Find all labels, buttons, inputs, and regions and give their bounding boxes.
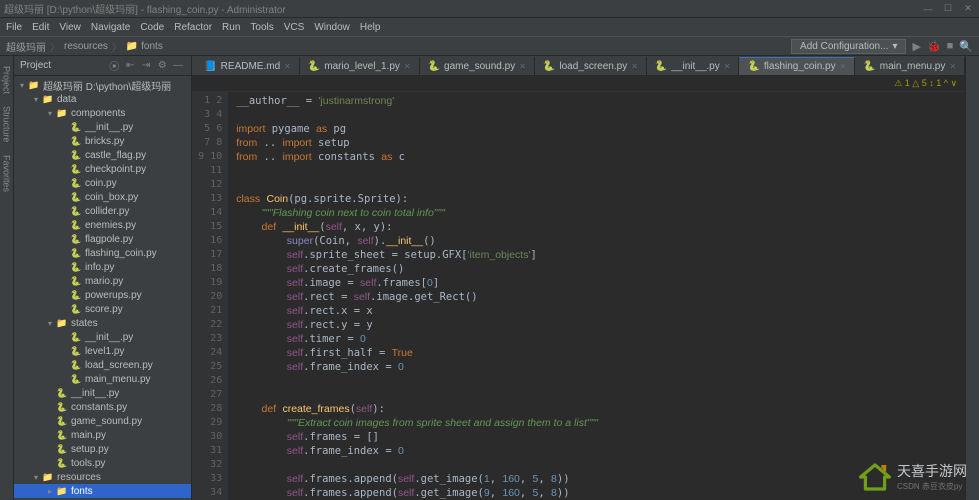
tree-item[interactable]: 🐍load_screen.py (14, 358, 191, 372)
menu-window[interactable]: Window (314, 22, 350, 33)
tree-item[interactable]: ▾📁resources (14, 470, 191, 484)
tree-item[interactable]: 🐍main.py (14, 428, 191, 442)
target-icon[interactable]: ⦿ (107, 59, 121, 73)
tree-item[interactable]: ▾📁components (14, 106, 191, 120)
tree-item[interactable]: 🐍collider.py (14, 204, 191, 218)
expand-icon[interactable]: ⇥ (139, 59, 153, 73)
tree-item[interactable]: 🐍__init__.py (14, 386, 191, 400)
stop-icon[interactable]: ■ (947, 40, 954, 52)
menu-file[interactable]: File (6, 22, 22, 33)
project-tool-button[interactable]: Project (1, 66, 11, 94)
line-numbers: 1 2 3 4 5 6 7 8 9 10 11 12 13 14 15 16 1… (192, 92, 228, 500)
chevron-down-icon: ▾ (892, 41, 897, 52)
debug-icon[interactable]: 🐞 (927, 40, 941, 53)
editor: 📘README.md✕🐍mario_level_1.py✕🐍game_sound… (192, 56, 965, 500)
breadcrumb[interactable]: 超级玛丽〉resources〉📁 fonts (6, 39, 163, 54)
close-icon[interactable]: ✕ (961, 2, 975, 16)
tree-item[interactable]: 🐍enemies.py (14, 218, 191, 232)
menu-vcs[interactable]: VCS (284, 22, 305, 33)
tree-item[interactable]: 🐍info.py (14, 260, 191, 274)
gear-icon[interactable]: ⚙ (155, 59, 169, 73)
tab-game_sound-py[interactable]: 🐍game_sound.py✕ (420, 57, 535, 75)
tree-item[interactable]: 🐍flashing_coin.py (14, 246, 191, 260)
favorites-tool-button[interactable]: Favorites (1, 155, 11, 192)
tree-item[interactable]: 🐍powerups.py (14, 288, 191, 302)
left-gutter: Project Structure Favorites (0, 56, 14, 500)
tree-item[interactable]: ▸📁fonts (14, 484, 191, 498)
source-code[interactable]: __author__ = 'justinarmstrong' import py… (228, 92, 965, 500)
tree-item[interactable]: 🐍score.py (14, 302, 191, 316)
tree-item[interactable]: 🐍constants.py (14, 400, 191, 414)
tree-item[interactable]: ▾📁超级玛丽 D:\python\超级玛丽 (14, 78, 191, 92)
maximize-icon[interactable]: ☐ (941, 2, 955, 16)
tab-README-md[interactable]: 📘README.md✕ (196, 57, 300, 75)
tree-item[interactable]: 🐍setup.py (14, 442, 191, 456)
tree-item[interactable]: 🐍tools.py (14, 456, 191, 470)
tree-item[interactable]: 🐍level1.py (14, 344, 191, 358)
tree-item[interactable]: ▾📁states (14, 316, 191, 330)
watermark-line1: 天喜手游网 (897, 461, 967, 481)
right-gutter (965, 56, 979, 500)
tree-item[interactable]: 🐍mario.py (14, 274, 191, 288)
sidebar-title: Project (20, 60, 51, 71)
close-tab-icon[interactable]: ✕ (949, 62, 956, 71)
watermark-line2: CSDN 赤豆衣皮py (897, 481, 967, 492)
close-tab-icon[interactable]: ✕ (724, 62, 731, 71)
navbar: 超级玛丽〉resources〉📁 fonts Add Configuration… (0, 36, 979, 56)
menu-view[interactable]: View (59, 22, 81, 33)
tree-item[interactable]: 🐍castle_flag.py (14, 148, 191, 162)
tree-item[interactable]: 🐍__init__.py (14, 120, 191, 134)
close-tab-icon[interactable]: ✕ (404, 62, 411, 71)
tree-item[interactable]: 🐍main_menu.py (14, 372, 191, 386)
window-title: 超级玛丽 [D:\python\超级玛丽] - flashing_coin.py… (4, 1, 915, 16)
menu-run[interactable]: Run (222, 22, 240, 33)
titlebar: 超级玛丽 [D:\python\超级玛丽] - flashing_coin.py… (0, 0, 979, 18)
close-tab-icon[interactable]: ✕ (519, 62, 526, 71)
tree-item[interactable]: 🐍coin_box.py (14, 190, 191, 204)
close-tab-icon[interactable]: ✕ (631, 62, 638, 71)
menu-navigate[interactable]: Navigate (91, 22, 130, 33)
project-tree[interactable]: ▾📁超级玛丽 D:\python\超级玛丽▾📁data▾📁components🐍… (14, 76, 191, 500)
tree-item[interactable]: 🐍checkpoint.py (14, 162, 191, 176)
menubar: File Edit View Navigate Code Refactor Run Tools… (0, 18, 979, 36)
tab-load_screen-py[interactable]: 🐍load_screen.py✕ (535, 57, 647, 75)
tab-main_menu-py[interactable]: 🐍main_menu.py✕ (855, 57, 965, 75)
hide-icon[interactable]: — (171, 59, 185, 73)
tree-item[interactable]: ▾📁data (14, 92, 191, 106)
watermark: 天喜手游网 CSDN 赤豆衣皮py (859, 461, 967, 492)
tree-item[interactable]: 🐍__init__.py (14, 330, 191, 344)
close-tab-icon[interactable]: ✕ (284, 62, 291, 71)
minimize-icon[interactable]: — (921, 2, 935, 16)
menu-code[interactable]: Code (140, 22, 164, 33)
code-area[interactable]: 1 2 3 4 5 6 7 8 9 10 11 12 13 14 15 16 1… (192, 92, 965, 500)
tab-__init__-py[interactable]: 🐍__init__.py✕ (647, 57, 740, 75)
tree-item[interactable]: 🐍game_sound.py (14, 414, 191, 428)
project-sidebar: Project ⦿ ⇤ ⇥ ⚙ — ▾📁超级玛丽 D:\python\超级玛丽▾… (14, 56, 192, 500)
editor-breadcrumb: ⚠ 1 △ 5 ↕ 1 ^ ∨ (192, 76, 965, 92)
menu-refactor[interactable]: Refactor (174, 22, 212, 33)
tree-item[interactable]: 🐍bricks.py (14, 134, 191, 148)
run-icon[interactable]: ▶ (912, 40, 920, 53)
tab-flashing_coin-py[interactable]: 🐍flashing_coin.py✕ (739, 57, 855, 75)
add-configuration-button[interactable]: Add Configuration... ▾ (791, 39, 906, 54)
menu-help[interactable]: Help (360, 22, 381, 33)
tree-item[interactable]: 🐍coin.py (14, 176, 191, 190)
close-tab-icon[interactable]: ✕ (840, 62, 847, 71)
search-icon[interactable]: 🔍 (959, 40, 973, 53)
menu-edit[interactable]: Edit (32, 22, 49, 33)
menu-tools[interactable]: Tools (250, 22, 273, 33)
tab-mario_level_1-py[interactable]: 🐍mario_level_1.py✕ (300, 57, 420, 75)
add-configuration-label: Add Configuration... (800, 41, 888, 52)
tab-bar: 📘README.md✕🐍mario_level_1.py✕🐍game_sound… (192, 56, 965, 76)
collapse-icon[interactable]: ⇤ (123, 59, 137, 73)
structure-tool-button[interactable]: Structure (1, 106, 11, 143)
sidebar-header: Project ⦿ ⇤ ⇥ ⚙ — (14, 56, 191, 76)
tree-item[interactable]: 🐍flagpole.py (14, 232, 191, 246)
inspection-status[interactable]: ⚠ 1 △ 5 ↕ 1 ^ ∨ (894, 78, 957, 89)
house-icon (859, 463, 891, 491)
